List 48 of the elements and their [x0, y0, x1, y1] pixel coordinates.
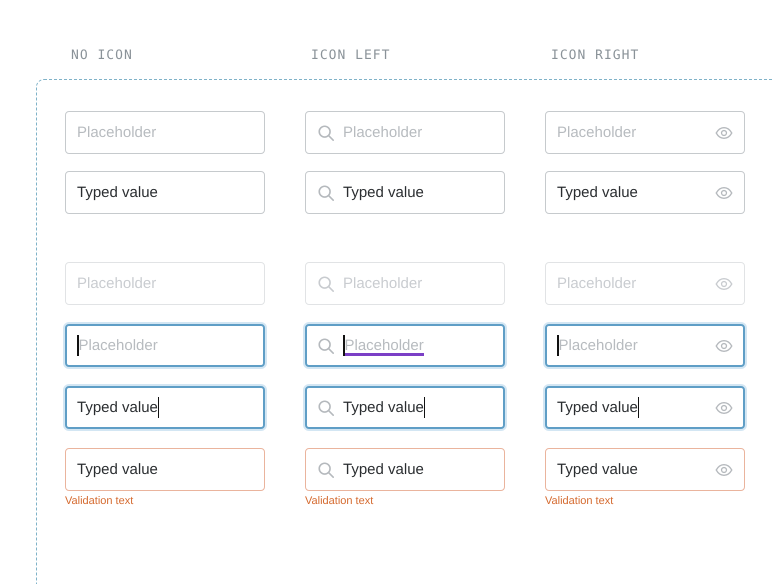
field-value: Typed value	[557, 461, 638, 478]
text-cursor	[557, 335, 558, 356]
placeholder-text: Placeholder	[558, 337, 638, 354]
search-icon	[317, 398, 335, 416]
input-field[interactable]: Typed value	[545, 386, 745, 429]
input-field[interactable]: Typed value	[305, 171, 505, 214]
validation-text: Validation text	[305, 495, 374, 508]
placeholder-text: Placeholder	[343, 124, 422, 141]
validation-text: Validation text	[545, 495, 614, 508]
column-heading: ICON LEFT	[311, 47, 392, 65]
eye-icon	[715, 338, 733, 352]
field-value: Typed value	[557, 184, 638, 201]
eye-icon	[715, 462, 733, 476]
input-field[interactable]: Typed value	[65, 386, 265, 429]
input-field[interactable]: Typed value	[305, 386, 505, 429]
field-value: Typed value	[343, 399, 424, 416]
text-cursor	[343, 335, 344, 356]
search-icon	[317, 124, 335, 142]
placeholder-text: Placeholder	[78, 337, 158, 354]
field-value: Typed value	[77, 461, 158, 478]
input-field[interactable]: Typed value	[545, 171, 745, 214]
search-icon	[317, 274, 335, 292]
field-value: Typed value	[77, 399, 158, 416]
text-cursor	[638, 397, 640, 418]
validation-text: Validation text	[65, 495, 134, 508]
field-value: Typed value	[343, 461, 424, 478]
text-cursor	[424, 397, 426, 418]
field-value: Typed value	[77, 184, 158, 201]
column-heading: ICON RIGHT	[551, 47, 640, 65]
input-field[interactable]: Typed value	[545, 448, 745, 491]
placeholder-text: Placeholder	[557, 124, 636, 141]
text-cursor	[77, 335, 78, 356]
eye-icon	[715, 186, 733, 200]
input-field[interactable]: Typed value	[305, 448, 505, 491]
search-icon	[317, 184, 335, 202]
placeholder-text: Placeholder	[344, 337, 424, 354]
text-cursor	[158, 397, 160, 418]
placeholder-text: Placeholder	[77, 124, 156, 141]
eye-icon	[715, 126, 733, 140]
field-value: Typed value	[343, 184, 424, 201]
input-field[interactable]: Typed value	[65, 171, 265, 214]
search-icon	[317, 460, 335, 478]
eye-icon	[715, 400, 733, 414]
search-icon	[317, 336, 335, 354]
field-value: Typed value	[557, 399, 638, 416]
eye-icon	[715, 276, 733, 290]
column-heading: NO ICON	[71, 47, 134, 65]
input-field[interactable]: Typed value	[65, 448, 265, 491]
